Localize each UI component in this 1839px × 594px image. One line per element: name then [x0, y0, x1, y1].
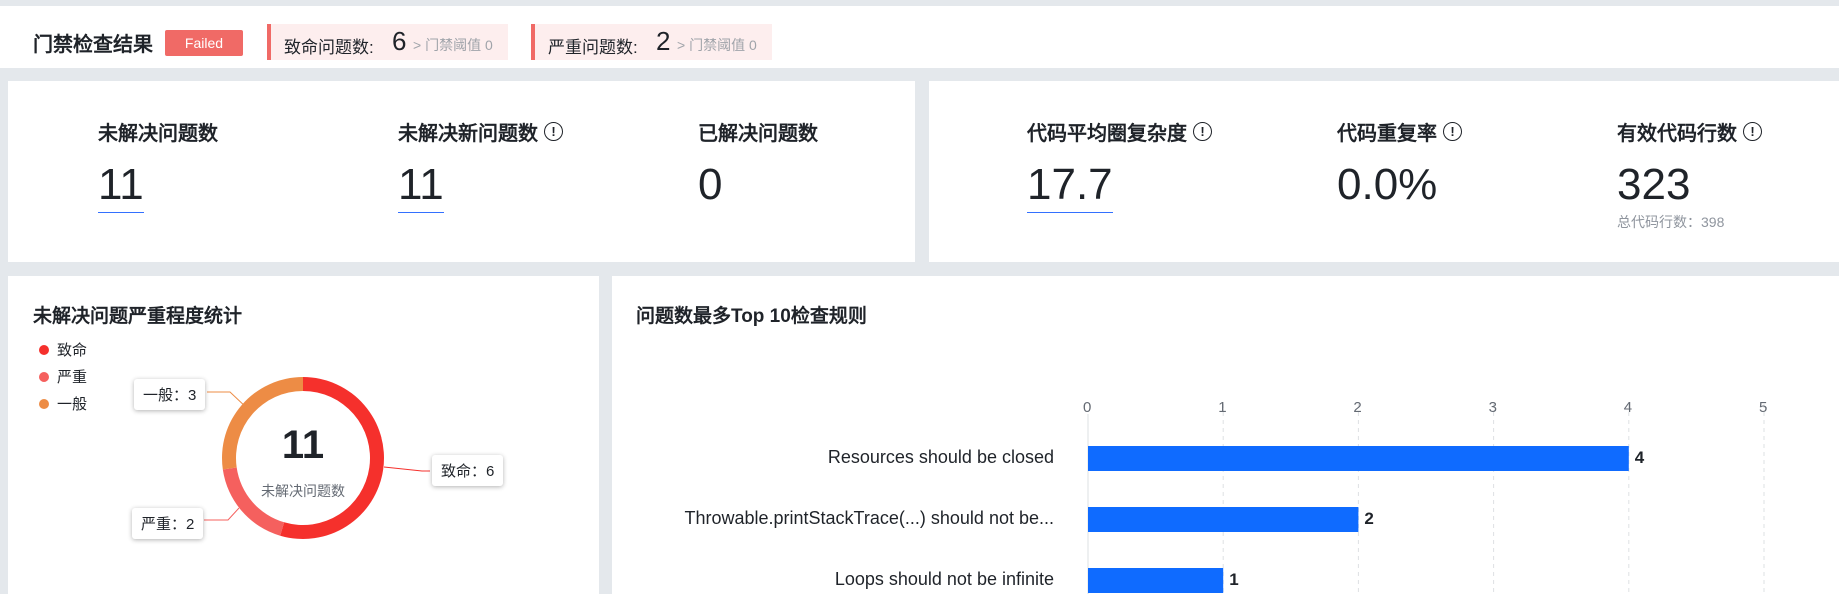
bar-category-label[interactable]: Resources should be closed	[828, 447, 1054, 468]
callout-general: 一般：3	[134, 379, 206, 410]
metric-value: 0	[698, 160, 723, 209]
effective-lines-metric: 有效代码行数! 323 总代码行数：398	[1617, 117, 1762, 232]
top-rules-panel: 问题数最多Top 10检查规则 0 1 2 3 4 5 Resources should b…	[612, 276, 1839, 594]
bar-category-label[interactable]: Throwable.printStackTrace(...) should no…	[684, 508, 1054, 529]
resolved-issues-metric: 已解决问题数 0	[698, 117, 818, 210]
gate-result-bar: 门禁检查结果 Failed 致命问题数: 6 > 门禁阈值 0 严重问题数: 2…	[0, 6, 1839, 68]
metric-value[interactable]: 11	[98, 160, 144, 213]
metric-value: 0.0%	[1337, 160, 1438, 209]
bar-category-label[interactable]: Loops should not be infinite	[835, 569, 1054, 590]
metric-label: 代码重复率	[1337, 123, 1437, 145]
unresolved-new-issues-metric[interactable]: 未解决新问题数! 11	[398, 117, 563, 213]
issue-metrics-panel: 未解决问题数 11 未解决新问题数! 11 已解决问题数 0	[8, 81, 915, 262]
metric-value[interactable]: 17.7	[1027, 160, 1113, 213]
metric-value: 323	[1617, 160, 1691, 209]
serious-issues-label: 严重问题数:	[548, 38, 638, 57]
donut-slice-serious[interactable]	[222, 467, 285, 536]
info-icon[interactable]: !	[1193, 122, 1212, 141]
fatal-threshold: > 门禁阈值 0	[413, 37, 493, 53]
fatal-issues-box: 致命问题数: 6 > 门禁阈值 0	[267, 24, 508, 60]
x-tick-label: 5	[1759, 399, 1768, 416]
bar-value-label: 2	[1364, 509, 1374, 528]
x-tick-label: 0	[1083, 399, 1092, 416]
info-icon[interactable]: !	[1443, 122, 1462, 141]
code-metrics-panel: 代码平均圈复杂度! 17.7 代码重复率! 0.0% 有效代码行数! 323 总…	[929, 81, 1839, 262]
donut-center-value: 11	[282, 423, 324, 467]
metric-label: 未解决新问题数	[398, 123, 538, 145]
metric-value[interactable]: 11	[398, 160, 444, 213]
leader-line-serious	[204, 507, 240, 521]
severity-stats-panel: 未解决问题严重程度统计 致命 严重 一般 11 未解决问题数 致命：6 严重：2…	[8, 276, 599, 594]
metric-label: 代码平均圈复杂度	[1027, 123, 1187, 145]
metric-label: 有效代码行数	[1617, 123, 1737, 145]
x-tick-label: 2	[1353, 399, 1362, 416]
fatal-issues-count: 6	[392, 26, 407, 56]
x-tick-label: 3	[1488, 399, 1497, 416]
total-lines-note: 总代码行数：398	[1617, 214, 1725, 230]
callout-serious: 严重：2	[132, 508, 204, 539]
gate-title: 门禁检查结果	[33, 34, 153, 56]
bar-value-label: 1	[1229, 570, 1239, 589]
avg-complexity-metric[interactable]: 代码平均圈复杂度! 17.7	[1027, 117, 1212, 213]
severity-donut-chart: 11 未解决问题数	[204, 377, 430, 539]
metric-label: 未解决问题数	[98, 123, 218, 145]
x-tick-label: 1	[1218, 399, 1227, 416]
info-icon[interactable]: !	[544, 122, 563, 141]
leader-line-fatal	[383, 466, 430, 472]
gate-status-badge: Failed	[165, 30, 243, 56]
serious-issues-box: 严重问题数: 2 > 门禁阈值 0	[531, 24, 772, 60]
unresolved-issues-metric[interactable]: 未解决问题数 11	[98, 117, 218, 213]
donut-center-label: 未解决问题数	[261, 483, 345, 499]
serious-threshold: > 门禁阈值 0	[677, 37, 757, 53]
metric-label: 已解决问题数	[698, 123, 818, 145]
fatal-issues-label: 致命问题数:	[284, 38, 374, 57]
callout-fatal: 致命：6	[432, 455, 504, 486]
info-icon[interactable]: !	[1743, 122, 1762, 141]
serious-issues-count: 2	[656, 26, 671, 56]
duplication-rate-metric: 代码重复率! 0.0%	[1337, 117, 1462, 210]
bar-value-label: 4	[1634, 448, 1645, 467]
x-tick-label: 4	[1623, 399, 1633, 416]
